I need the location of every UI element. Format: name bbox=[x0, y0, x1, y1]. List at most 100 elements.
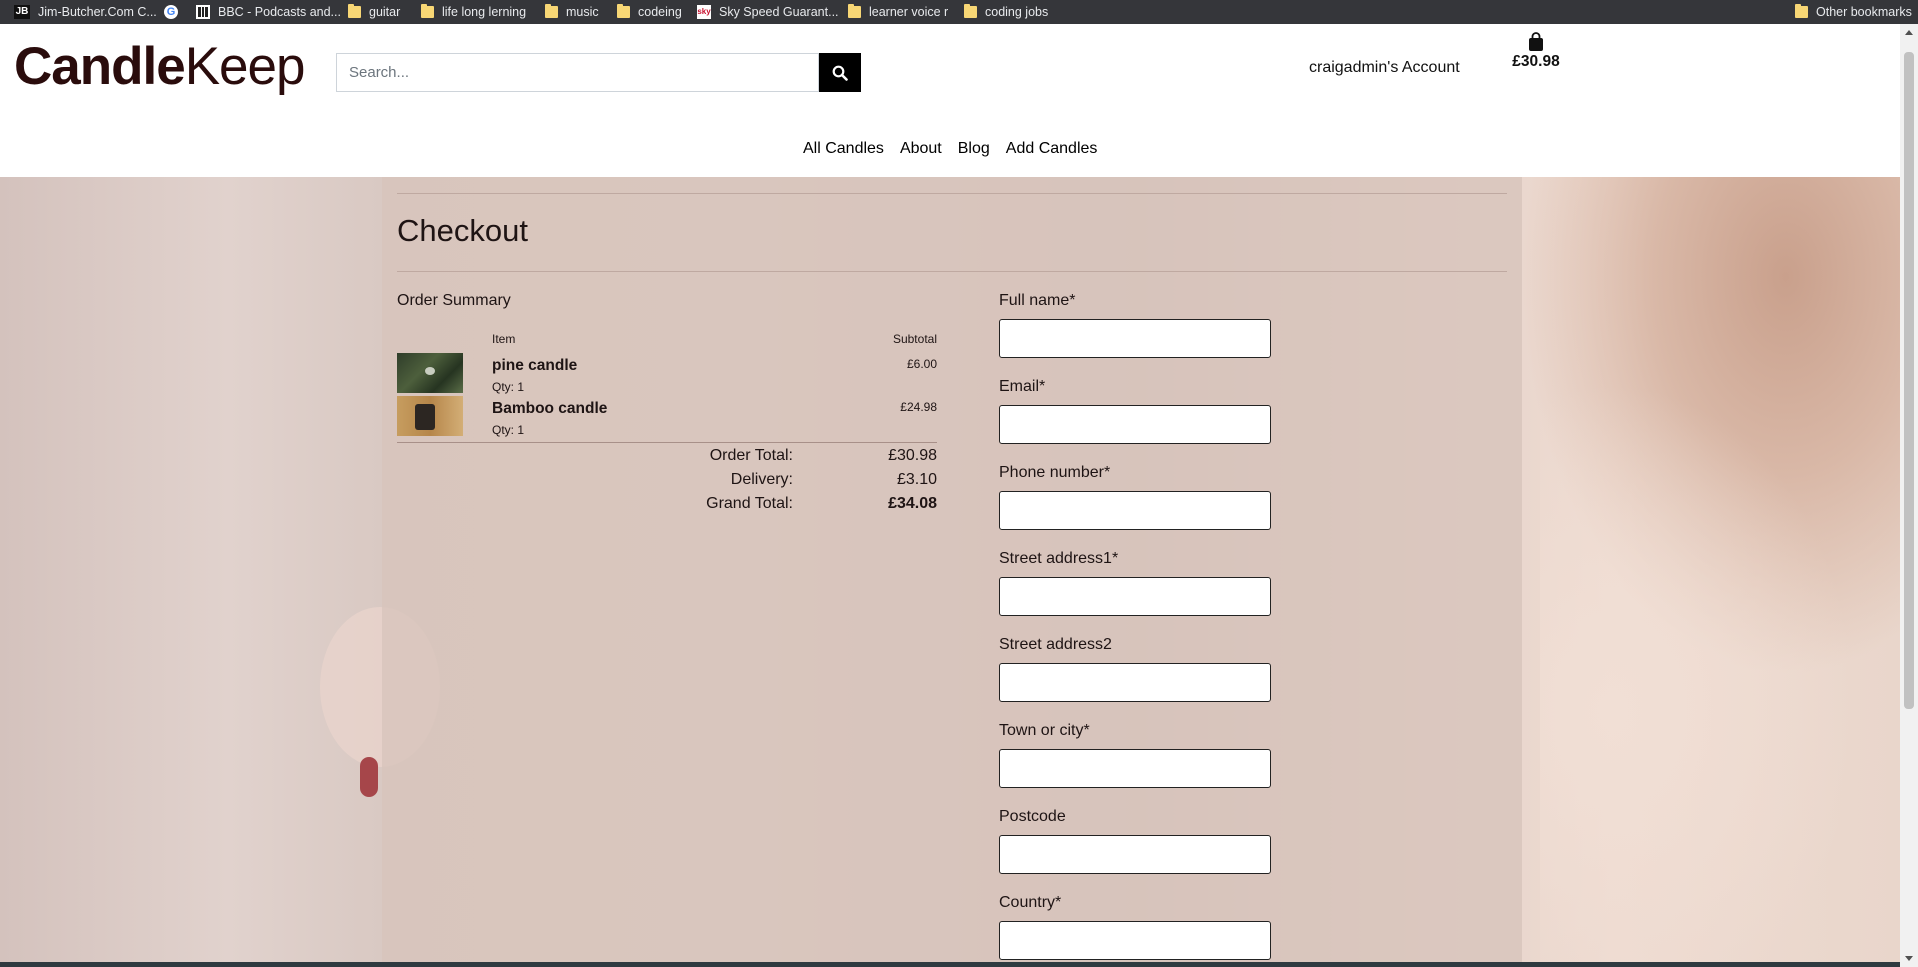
street-address2-input[interactable] bbox=[999, 663, 1271, 702]
bookmark-music[interactable]: music bbox=[545, 0, 599, 24]
product-image bbox=[397, 396, 463, 436]
order-item: Bamboo candle Qty: 1 £24.98 bbox=[397, 396, 937, 438]
logo-light-text: Keep bbox=[184, 37, 306, 96]
site-logo[interactable]: CandleKeep bbox=[14, 36, 306, 97]
bookmark-label: Sky Speed Guarant... bbox=[719, 5, 839, 19]
grand-total-label: Grand Total: bbox=[706, 495, 793, 512]
order-total-value: £30.98 bbox=[888, 447, 937, 464]
jb-icon: JB bbox=[14, 5, 30, 19]
product-image bbox=[397, 353, 463, 393]
delivery-value: £3.10 bbox=[896, 471, 937, 488]
folder-icon bbox=[348, 4, 361, 18]
divider bbox=[397, 271, 1507, 272]
bookmark-label: Other bookmarks bbox=[1816, 5, 1912, 19]
bookmark-label: learner voice r bbox=[869, 5, 949, 19]
item-price: £24.98 bbox=[900, 400, 937, 414]
delivery-row: Delivery: £3.10 bbox=[397, 471, 937, 493]
folder-icon bbox=[1795, 4, 1808, 18]
bookmark-label: coding jobs bbox=[985, 5, 1049, 19]
item-name: Bamboo candle bbox=[492, 400, 608, 417]
email-field: Email* bbox=[999, 378, 1271, 444]
email-input[interactable] bbox=[999, 405, 1271, 444]
bookmark-life-long-lerning[interactable]: life long lerning bbox=[421, 0, 526, 24]
summary-divider bbox=[397, 442, 937, 443]
street-address2-label: Street address2 bbox=[999, 636, 1112, 653]
street-address2-field: Street address2 bbox=[999, 636, 1271, 702]
main-nav: All Candles About Blog Add Candles bbox=[803, 140, 1097, 158]
nav-all-candles[interactable]: All Candles bbox=[803, 140, 884, 158]
google-icon: G bbox=[164, 5, 178, 19]
bag-total: £30.98 bbox=[1512, 53, 1560, 70]
country-field: Country* bbox=[999, 894, 1271, 960]
sky-icon: sky bbox=[697, 5, 711, 19]
full-name-label: Full name* bbox=[999, 292, 1076, 309]
item-column-header: Item bbox=[492, 332, 516, 346]
page-scrollbar[interactable] bbox=[1900, 24, 1918, 967]
order-summary: Order Summary Item Subtotal pine candle … bbox=[397, 292, 937, 512]
bookmarks-bar: JB Jim-Butcher.Com C... G BBC - Podcasts… bbox=[0, 0, 1918, 24]
shopping-bag-link[interactable]: £30.98 bbox=[1510, 32, 1562, 71]
bookmark-bbc[interactable]: BBC - Podcasts and... bbox=[196, 0, 341, 24]
order-item: pine candle Qty: 1 £6.00 bbox=[397, 353, 937, 395]
bookmark-label: music bbox=[566, 5, 599, 19]
bookmark-google[interactable]: G bbox=[164, 0, 178, 24]
folder-icon bbox=[545, 4, 558, 18]
town-or-city-label: Town or city* bbox=[999, 722, 1090, 739]
bookmark-other[interactable]: Other bookmarks bbox=[1795, 0, 1912, 24]
item-qty: Qty: 1 bbox=[492, 423, 525, 437]
search-button[interactable] bbox=[819, 53, 861, 92]
street-address1-field: Street address1* bbox=[999, 550, 1271, 616]
bookmark-label: codeing bbox=[638, 5, 682, 19]
town-or-city-input[interactable] bbox=[999, 749, 1271, 788]
bookmark-label: life long lerning bbox=[442, 5, 527, 19]
street-address1-label: Street address1* bbox=[999, 550, 1119, 567]
folder-icon bbox=[617, 4, 630, 18]
bookmark-codeing[interactable]: codeing bbox=[617, 0, 682, 24]
scroll-up-arrow-icon[interactable] bbox=[1905, 30, 1913, 35]
bookmark-coding-jobs[interactable]: coding jobs bbox=[964, 0, 1048, 24]
bbc-icon bbox=[196, 5, 210, 19]
phone-number-label: Phone number* bbox=[999, 464, 1111, 481]
phone-number-input[interactable] bbox=[999, 491, 1271, 530]
grand-total-row: Grand Total: £34.08 bbox=[397, 495, 937, 517]
nav-add-candles[interactable]: Add Candles bbox=[1006, 140, 1098, 158]
street-address1-input[interactable] bbox=[999, 577, 1271, 616]
scroll-down-arrow-icon[interactable] bbox=[1905, 956, 1913, 961]
country-label: Country* bbox=[999, 894, 1062, 911]
scrollbar-thumb[interactable] bbox=[1904, 52, 1914, 709]
item-price: £6.00 bbox=[906, 357, 937, 371]
nav-about[interactable]: About bbox=[900, 140, 942, 158]
bookmark-label: Jim-Butcher.Com C... bbox=[38, 5, 157, 19]
folder-icon bbox=[964, 4, 977, 18]
order-summary-heading: Order Summary bbox=[397, 292, 511, 309]
bookmark-guitar[interactable]: guitar bbox=[348, 0, 400, 24]
search-icon bbox=[832, 65, 848, 81]
logo-bold-text: Candle bbox=[14, 37, 186, 96]
bookmark-label: BBC - Podcasts and... bbox=[218, 5, 341, 19]
site-header: CandleKeep craigadmin's Account £30.98 A… bbox=[0, 24, 1900, 177]
bookmark-label: guitar bbox=[369, 5, 401, 19]
account-link[interactable]: craigadmin's Account bbox=[1309, 59, 1460, 77]
page-title: Checkout bbox=[397, 213, 528, 248]
postcode-field: Postcode bbox=[999, 808, 1271, 874]
bookmark-jim-butcher[interactable]: JB Jim-Butcher.Com C... bbox=[14, 0, 157, 24]
order-total-row: Order Total: £30.98 bbox=[397, 447, 937, 469]
shopping-bag-icon bbox=[1529, 32, 1543, 51]
bookmark-learner-voice[interactable]: learner voice r bbox=[848, 0, 948, 24]
folder-icon bbox=[421, 4, 434, 18]
bookmark-sky-speed[interactable]: sky Sky Speed Guarant... bbox=[697, 0, 839, 24]
postcode-input[interactable] bbox=[999, 835, 1271, 874]
divider bbox=[397, 193, 1507, 194]
taskbar-edge bbox=[0, 962, 1900, 967]
country-input[interactable] bbox=[999, 921, 1271, 960]
postcode-label: Postcode bbox=[999, 808, 1066, 825]
search-input[interactable] bbox=[336, 53, 819, 92]
grand-total-value: £34.08 bbox=[888, 495, 937, 512]
phone-number-field: Phone number* bbox=[999, 464, 1271, 530]
nav-blog[interactable]: Blog bbox=[958, 140, 990, 158]
item-name: pine candle bbox=[492, 357, 578, 374]
delivery-label: Delivery: bbox=[730, 471, 793, 488]
full-name-input[interactable] bbox=[999, 319, 1271, 358]
full-name-field: Full name* bbox=[999, 292, 1271, 358]
email-label: Email* bbox=[999, 378, 1046, 395]
